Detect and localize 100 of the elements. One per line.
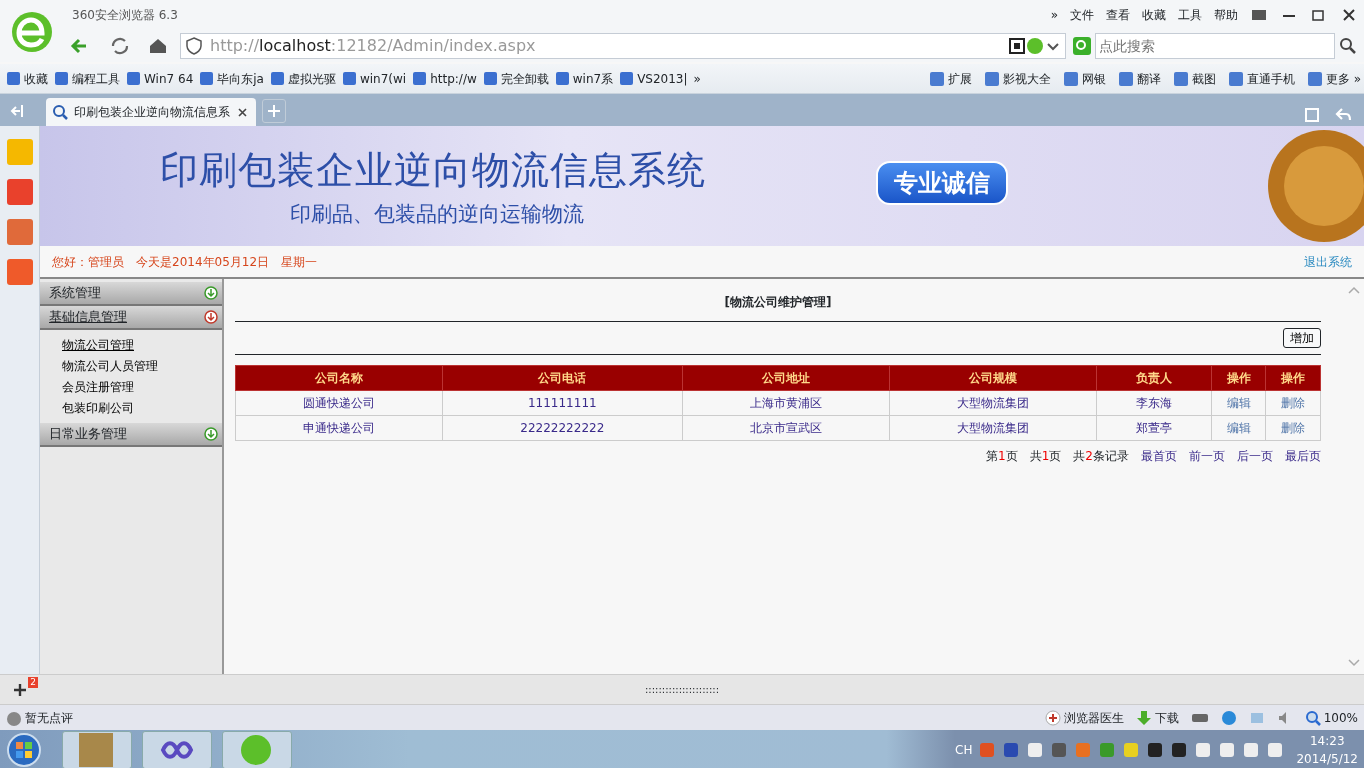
bookmark-icon xyxy=(554,71,570,86)
start-button-icon[interactable] xyxy=(6,732,42,768)
splitter-handle[interactable]: :::::::::::::::::::::: xyxy=(40,682,1324,697)
bookmark-icon xyxy=(269,71,285,86)
search-icon xyxy=(52,104,68,120)
toolbar-icon xyxy=(983,70,1000,87)
clock-date: 2014/5/12 xyxy=(1296,751,1358,768)
add-icon[interactable] xyxy=(13,682,27,697)
table-cell: 大型物流集团 xyxy=(889,415,1097,441)
table-cell: 111111111 xyxy=(442,390,683,416)
toolbar-button[interactable]: 扩展 xyxy=(947,69,972,88)
search-engine-icon[interactable] xyxy=(1072,36,1092,56)
expand-icon[interactable] xyxy=(204,427,218,441)
tray-icon[interactable] xyxy=(1026,741,1045,759)
pager-link[interactable]: 最首页 xyxy=(1141,447,1177,465)
tray-icon[interactable] xyxy=(1194,741,1213,759)
menu-link[interactable]: 物流公司人员管理 xyxy=(62,357,158,375)
bookmark-link[interactable]: 编程工具 xyxy=(72,69,120,88)
tray-icon[interactable] xyxy=(1218,741,1237,759)
bookmark-link[interactable]: VS2013| xyxy=(637,69,688,88)
section-title: [物流公司维护管理] xyxy=(723,294,833,311)
pager-link[interactable]: 后一页 xyxy=(1237,447,1273,465)
menu-link[interactable]: 包装印刷公司 xyxy=(62,399,134,417)
toolbar-button[interactable]: 影视大全 xyxy=(1002,69,1051,88)
menu-item[interactable]: 收藏 xyxy=(1142,6,1166,24)
tray-icon[interactable] xyxy=(1050,741,1069,759)
bookmark-link[interactable]: » xyxy=(693,69,701,88)
tray-icon[interactable] xyxy=(1242,741,1261,759)
zoom-level[interactable]: 100% xyxy=(1323,708,1358,727)
bookmark-icon xyxy=(341,71,357,86)
tray-icon[interactable] xyxy=(1002,741,1021,759)
doctor-icon xyxy=(1044,709,1061,726)
bookmark-link[interactable]: http://w xyxy=(430,69,477,88)
column-header: 公司规模 xyxy=(889,365,1097,391)
menu-item[interactable]: 帮助 xyxy=(1214,6,1238,24)
column-header: 公司电话 xyxy=(442,365,683,391)
expand-icon[interactable] xyxy=(204,286,218,300)
browser-tab[interactable]: 印刷包装企业逆向物流信息系 xyxy=(46,98,256,126)
undo-icon[interactable] xyxy=(1334,105,1352,123)
tray-icon[interactable] xyxy=(1170,741,1189,759)
search-field[interactable]: 点此搜索 xyxy=(1095,33,1335,59)
bookmark-link[interactable]: 收藏 xyxy=(24,69,48,88)
bookmark-link[interactable]: win7系 xyxy=(572,69,614,88)
zoom-icon xyxy=(1304,709,1321,726)
column-header: 公司地址 xyxy=(682,365,890,391)
menu-item[interactable]: 文件 xyxy=(1070,6,1094,24)
bookmark-icon xyxy=(6,71,21,86)
bookmark-link[interactable]: 毕向东ja xyxy=(217,69,264,88)
bookmark-icon xyxy=(619,71,635,86)
new-window-icon[interactable] xyxy=(1304,105,1322,123)
logout-link[interactable]: 退出系统 xyxy=(1304,252,1352,271)
bookmark-link[interactable]: 虚拟光驱 xyxy=(287,69,336,88)
table-cell: 李东海 xyxy=(1096,390,1212,416)
date-text: 今天是2014年05月12日 xyxy=(136,253,270,271)
search-icon[interactable] xyxy=(1338,36,1358,56)
plus-icon xyxy=(267,104,281,118)
menu-item[interactable]: 工具 xyxy=(1178,6,1202,24)
menu-item[interactable]: 查看 xyxy=(1106,6,1130,24)
taskbar-photo-placeholder[interactable] xyxy=(79,733,115,767)
browser-doctor-button[interactable]: 浏览器医生 xyxy=(1063,708,1124,727)
greeting-text: 您好：管理员 xyxy=(52,253,124,271)
menu-group-header[interactable]: 日常业务管理 xyxy=(40,423,222,447)
toolbar-button[interactable]: 直通手机 xyxy=(1246,69,1295,88)
banner-subtitle: 印刷品、包装品的逆向运输物流 xyxy=(290,200,585,228)
toolbar-button[interactable]: 更多 » xyxy=(1325,69,1361,88)
close-icon[interactable] xyxy=(236,105,249,119)
toolbar-button[interactable]: 截图 xyxy=(1191,69,1216,88)
banner-title: 印刷包装企业逆向物流信息系统 xyxy=(160,146,706,194)
tray-icon[interactable] xyxy=(1146,741,1165,759)
collapse-icon[interactable] xyxy=(204,310,218,324)
menu-link[interactable]: 物流公司管理 xyxy=(62,336,134,354)
pager-count: 共2条记录 xyxy=(1073,448,1129,465)
download-icon xyxy=(1135,709,1152,726)
bookmark-link[interactable]: Win7 64 xyxy=(144,69,194,88)
column-header: 操作 xyxy=(1211,365,1266,391)
bookmark-link[interactable]: 完全卸载 xyxy=(500,69,549,88)
bookmark-link[interactable]: win7(wi xyxy=(359,69,407,88)
clock-time: 14:23 xyxy=(1309,733,1345,750)
menu-group-header[interactable]: 基础信息管理 xyxy=(40,306,222,330)
pager-count: 第1页 xyxy=(986,448,1018,465)
download-button[interactable]: 下载 xyxy=(1154,708,1179,727)
review-status: 暂无点评 xyxy=(25,709,73,727)
menu-group-header[interactable]: 系统管理 xyxy=(40,282,222,306)
toolbar-button[interactable]: 网银 xyxy=(1081,69,1106,88)
scroll-up-icon[interactable] xyxy=(1347,285,1361,295)
add-button[interactable]: 增加 xyxy=(1283,328,1321,348)
column-header: 公司名称 xyxy=(235,365,443,391)
menu-link[interactable]: 会员注册管理 xyxy=(62,378,134,396)
menu-item[interactable]: » xyxy=(1050,6,1058,24)
column-header: 操作 xyxy=(1266,365,1321,391)
motto-label: 专业诚信 xyxy=(876,161,1008,205)
scroll-down-icon[interactable] xyxy=(1347,658,1361,668)
pager-count: 共1页 xyxy=(1029,448,1062,465)
pager-link[interactable]: 最后页 xyxy=(1285,447,1321,465)
tray-icon[interactable] xyxy=(1266,741,1285,759)
toolbar-icon xyxy=(1117,70,1134,87)
new-tab-button[interactable] xyxy=(262,99,286,123)
pager-link[interactable]: 前一页 xyxy=(1189,447,1225,465)
toolbar-button[interactable]: 翻译 xyxy=(1136,69,1161,88)
toolbar-icon xyxy=(1306,70,1323,87)
